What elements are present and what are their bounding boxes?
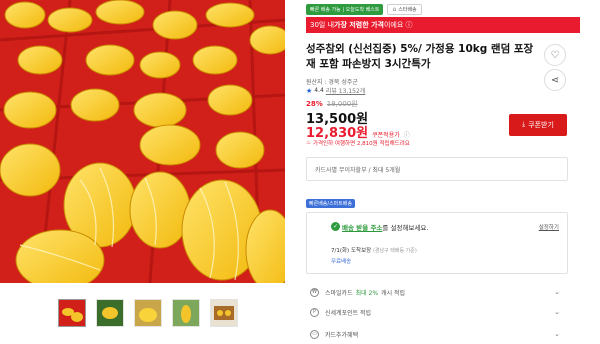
product-main-image[interactable]	[0, 0, 285, 283]
share-icon[interactable]: ⋖	[544, 69, 566, 91]
delivery-eta-date: 7/1(화) 도착보장	[331, 248, 372, 254]
point-icon: P	[310, 307, 319, 317]
download-icon: ⤓	[522, 121, 526, 128]
top-badges: 빠른 배송 가능 | 오늘도착 베스트 ⌂ 스타배송	[306, 4, 422, 15]
smilecard-pre: 스마일카드	[325, 289, 353, 297]
check-icon: ✓	[331, 222, 340, 231]
delivery-type-tag: 빠른배송/스마트배송	[306, 199, 356, 208]
melon-photo	[0, 0, 285, 283]
thumbnail-1[interactable]	[58, 299, 86, 327]
card-benefit-label: 가격인하 여행하면 2,810원 적립해드려요	[312, 141, 410, 147]
delivery-box: ✓ 배송 받을 주소를 설정해보세요. 설정하기 7/1(화) 도착보장 (경남…	[306, 212, 568, 274]
card-benefit-text: ♨ 가격인하 여행하면 2,810원 적립해드려요	[306, 139, 410, 147]
promo-prefix: 30일 내	[310, 21, 335, 29]
home-icon: ⌂	[392, 6, 397, 13]
chevron-down-icon: ⌄	[554, 308, 560, 316]
delivery-setting-link[interactable]: 설정하기	[539, 223, 559, 231]
store-badge-label: 스타배송	[398, 7, 417, 13]
star-icon: ★	[306, 86, 313, 95]
card-icon: ▭	[310, 329, 319, 339]
thumbnail-2[interactable]	[96, 299, 124, 327]
rating-value: 4.4	[314, 87, 324, 94]
origin-text: 원산지 : 경북 성주군	[306, 79, 358, 86]
chevron-down-icon: ⌄	[554, 330, 560, 338]
store-badge[interactable]: ⌂ 스타배송	[387, 4, 422, 15]
coupon-download-button[interactable]: ⤓ 쿠폰받기	[509, 114, 567, 136]
review-count-link[interactable]: 리뷰 13,152개	[326, 86, 365, 95]
smilecard-highlight: 최대 2%	[355, 289, 379, 297]
thumbnail-5[interactable]	[210, 299, 238, 327]
coupon-price-label: 쿠폰적용가	[372, 132, 400, 139]
delivery-address-prompt: 배송 받을 주소를 설정해보세요.	[342, 222, 428, 232]
smilecard-post: 캐시 적립	[381, 289, 406, 297]
free-shipping-label: 무료배송	[331, 259, 352, 265]
chevron-down-icon: ⌄	[554, 288, 560, 296]
lowest-price-banner: 30일 내 가장 저렴한 가격 이에요 ⓘ	[306, 17, 580, 33]
delivery-address-link[interactable]: 배송 받을 주소	[342, 224, 382, 232]
delivery-address-suffix: 를 설정해보세요.	[382, 224, 429, 232]
delivery-eta: 7/1(화) 도착보장 (경남구 택배등 기준)	[331, 246, 417, 254]
discount-percent: 28%	[306, 100, 323, 108]
thumbnail-4[interactable]	[172, 299, 200, 327]
promo-suffix: 이에요 ⓘ	[383, 21, 413, 29]
promo-bold: 가장 저렴한 가격	[334, 21, 384, 29]
flame-icon: ♨	[306, 140, 311, 146]
heart-icon[interactable]: ♡	[544, 44, 566, 66]
smilecard-benefit-row[interactable]: ₩ 스마일카드 최대 2% 캐시 적립 ⌄	[306, 282, 568, 302]
rating-row: ★ 4.4 리뷰 13,152개	[306, 86, 365, 96]
product-title: 성주참외 (신선집중) 5%/ 가정용 10kg 랜덤 포장재 포함 파손방지 …	[306, 43, 534, 70]
delivery-eta-sub: (경남구 택배등 기준)	[372, 248, 417, 254]
card-extra-benefit-row[interactable]: ▭ 카드추가혜택 ⌄	[306, 324, 568, 344]
card-icon: ₩	[310, 287, 319, 297]
coupon-button-label: 쿠폰받기	[528, 122, 554, 129]
info-icon[interactable]: ⓘ	[404, 130, 410, 139]
card-extra-label: 카드추가혜택	[325, 331, 359, 339]
shinsegae-point-row[interactable]: P 신세계포인트 적립 ⌄	[306, 302, 568, 322]
thumbnail-3[interactable]	[134, 299, 162, 327]
thumbnail-strip	[58, 299, 238, 327]
installment-box[interactable]: 카드사별 무이자할부 / 최대 5개월	[306, 157, 568, 181]
shinsegae-label: 신세계포인트 적립	[325, 309, 372, 317]
fast-delivery-badge: 빠른 배송 가능 | 오늘도착 베스트	[306, 4, 384, 15]
